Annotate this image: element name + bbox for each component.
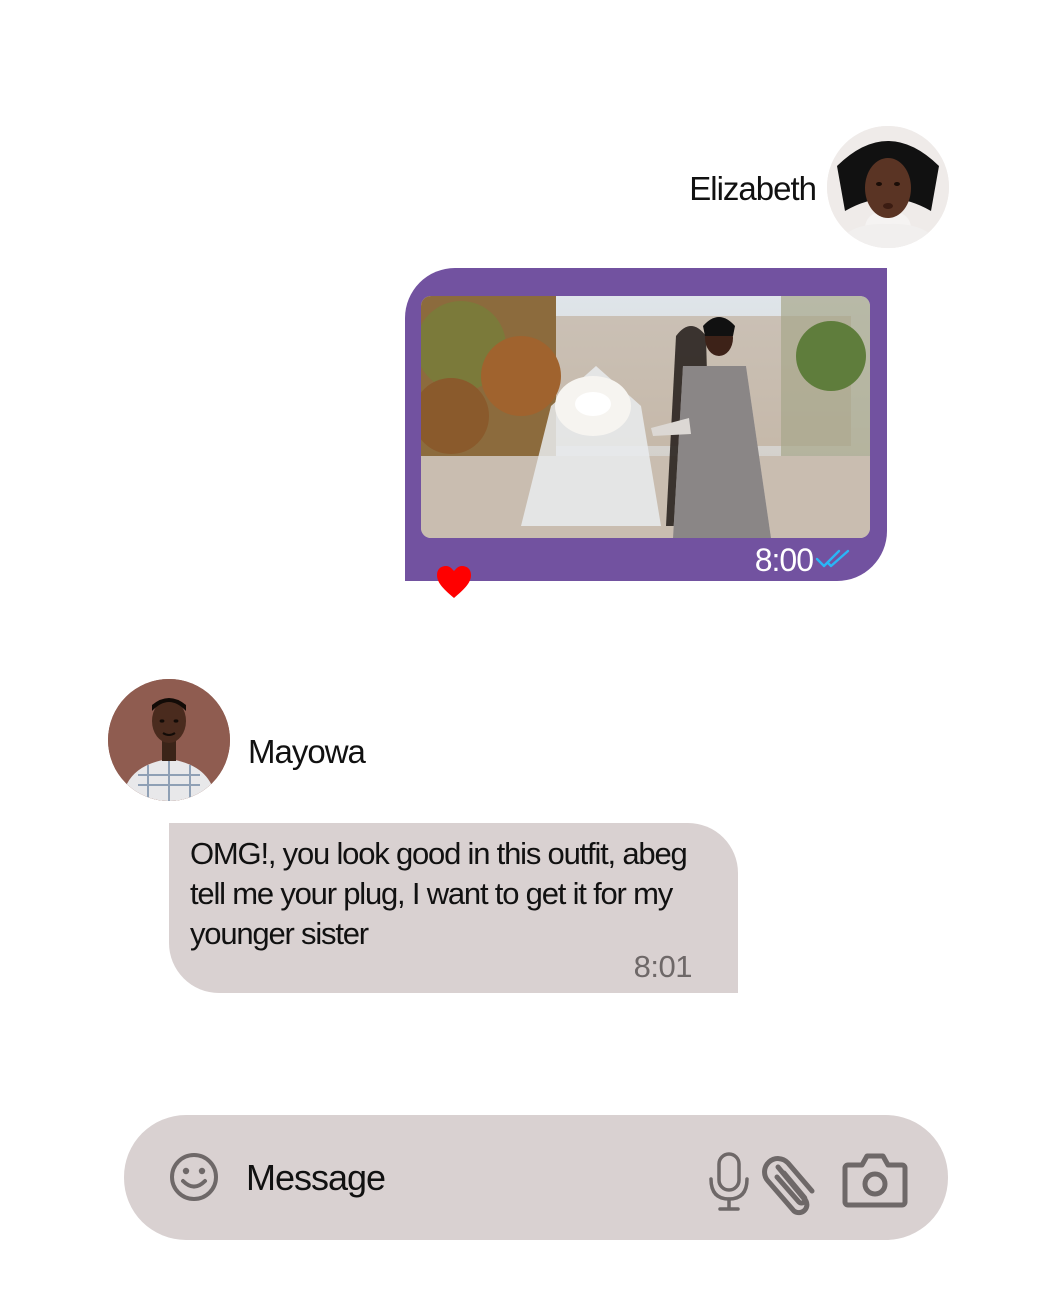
avatar-elizabeth[interactable] bbox=[827, 126, 949, 248]
incoming-message-bubble[interactable]: OMG!, you look good in this outfit, abeg… bbox=[169, 823, 738, 993]
message-time: 8:01 bbox=[633, 949, 693, 984]
double-check-icon bbox=[815, 549, 850, 568]
sender-name-mayowa: Mayowa bbox=[248, 733, 366, 770]
chat-screen: Elizabeth 8:00 Mayowa OMG!, you look goo… bbox=[0, 0, 1056, 1293]
avatar-mayowa[interactable] bbox=[108, 679, 230, 801]
message-input[interactable] bbox=[246, 1155, 666, 1201]
camera-icon[interactable] bbox=[842, 1151, 908, 1209]
smiley-icon[interactable] bbox=[168, 1151, 220, 1203]
paperclip-icon[interactable] bbox=[760, 1153, 820, 1217]
message-composer bbox=[124, 1115, 948, 1240]
outgoing-message-bubble[interactable]: 8:00 bbox=[405, 268, 887, 581]
message-text: OMG!, you look good in this outfit, abeg… bbox=[190, 836, 688, 951]
microphone-icon[interactable] bbox=[708, 1151, 750, 1213]
heart-icon[interactable] bbox=[436, 565, 472, 599]
sender-name-elizabeth: Elizabeth bbox=[689, 170, 817, 207]
message-photo[interactable] bbox=[421, 296, 870, 538]
message-time: 8:00 bbox=[754, 542, 814, 578]
